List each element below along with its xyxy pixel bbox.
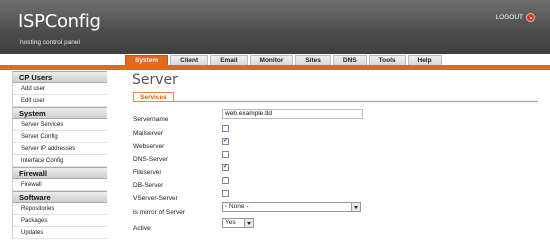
active-select[interactable]: Yes <box>222 218 254 228</box>
tab-underline <box>0 65 550 70</box>
sidebar-item-server-ip-addresses[interactable]: Server IP addresses <box>13 143 107 155</box>
sidebar-heading-system: System <box>13 107 107 119</box>
active-label: Active <box>133 224 151 232</box>
webserver-label: Webserver <box>133 142 165 150</box>
dnsserver-label: DNS-Server <box>133 155 169 163</box>
sidebar-item-server-config[interactable]: Server Config <box>13 131 107 143</box>
fileserver-checkbox[interactable] <box>222 163 229 171</box>
mailserver-checkbox[interactable] <box>222 125 229 132</box>
sidebar-item-edit-user[interactable]: Edit user <box>13 95 107 107</box>
dbserver-label: DB-Server <box>133 181 164 189</box>
tab-tools[interactable]: Tools <box>368 55 406 65</box>
chevron-down-icon <box>244 219 253 227</box>
mailserver-label: Mailserver <box>133 129 163 137</box>
sidebar-item-server-services[interactable]: Server Services <box>13 119 107 131</box>
sidebar: CP Users Add user Edit user System Serve… <box>12 71 107 239</box>
sidebar-item-repositories[interactable]: Repositories <box>13 203 107 215</box>
tab-client[interactable]: Client <box>170 55 209 65</box>
vserver-label: VServer-Server <box>133 194 178 202</box>
sidebar-item-add-user[interactable]: Add user <box>13 83 107 95</box>
sidebar-item-packages[interactable]: Packages <box>13 215 107 227</box>
dnsserver-checkbox[interactable] <box>222 151 229 158</box>
tab-system[interactable]: System <box>125 55 169 65</box>
chevron-down-icon <box>351 203 360 211</box>
fileserver-label: Fileserver <box>133 168 162 176</box>
servername-label: Servername <box>133 115 169 123</box>
app-header: ISPConfig hosting control panel LOGOUT <box>0 0 550 54</box>
mirror-label: Is mirror of Server <box>133 208 186 216</box>
sidebar-item-firewall[interactable]: Firewall <box>13 179 107 191</box>
tab-email[interactable]: Email <box>210 55 248 65</box>
tab-sites[interactable]: Sites <box>295 55 331 65</box>
app-logo: ISPConfig <box>18 11 101 32</box>
sidebar-item-interface-config[interactable]: Interface Config <box>13 155 107 167</box>
app-tagline: hosting control panel <box>20 39 80 46</box>
sidebar-heading-cp-users: CP Users <box>13 71 107 83</box>
vserver-checkbox[interactable] <box>222 190 229 197</box>
tab-dns[interactable]: DNS <box>332 55 367 65</box>
active-select-value: Yes <box>225 219 236 226</box>
webserver-checkbox[interactable] <box>222 137 229 145</box>
sidebar-item-updates[interactable]: Updates <box>13 227 107 239</box>
sidebar-heading-software: Software <box>13 191 107 203</box>
tab-monitor[interactable]: Monitor <box>249 55 294 65</box>
logout-button[interactable]: LOGOUT <box>496 13 535 22</box>
mirror-select[interactable]: - None - <box>222 202 361 212</box>
subtab-underline <box>133 101 538 102</box>
tab-help[interactable]: Help <box>407 55 442 65</box>
sidebar-heading-firewall: Firewall <box>13 167 107 179</box>
main-tabs: System Client Email Monitor Sites DNS To… <box>125 55 442 65</box>
logout-label: LOGOUT <box>495 14 523 21</box>
page-title: Server <box>132 72 178 88</box>
mirror-select-value: - None - <box>225 203 249 210</box>
servername-input[interactable]: web.example.tld <box>222 109 363 119</box>
dbserver-checkbox[interactable] <box>222 177 229 184</box>
power-icon <box>526 13 535 22</box>
